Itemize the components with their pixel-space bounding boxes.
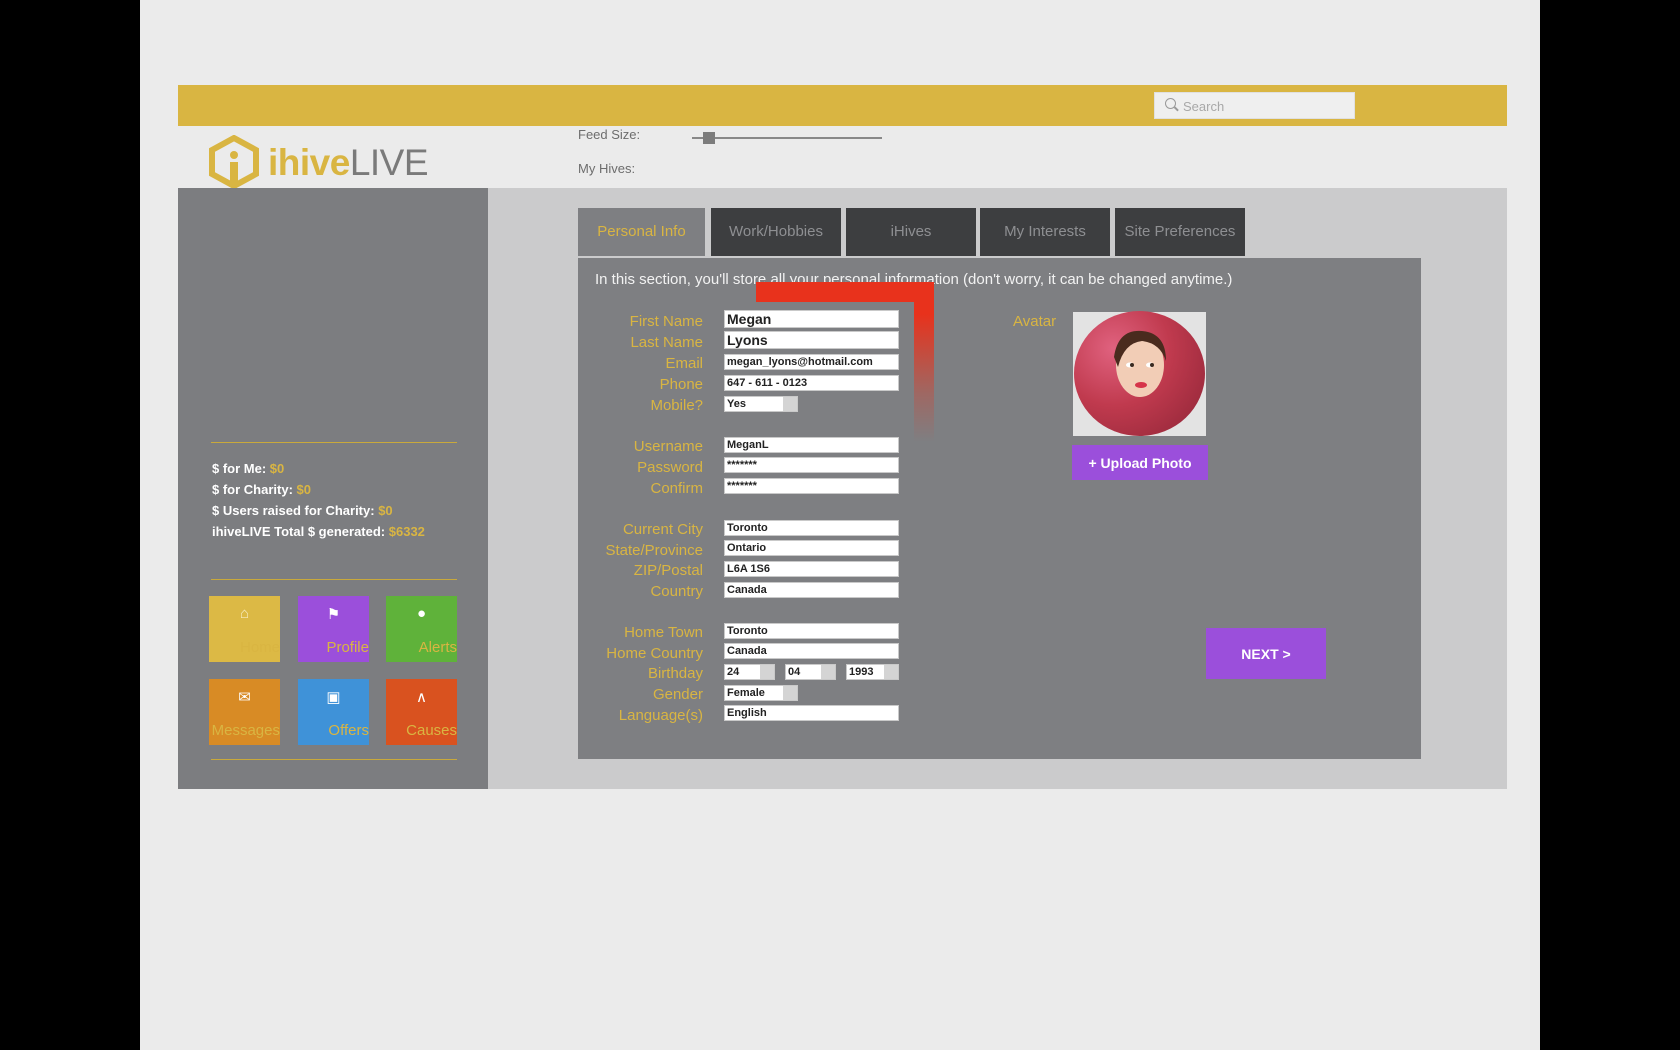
red-annotation-mark — [914, 282, 934, 442]
zip-postal-label: ZIP/Postal — [633, 562, 703, 579]
home-country-field[interactable]: Canada — [724, 643, 899, 659]
confirm-password-field[interactable]: ******* — [724, 478, 899, 494]
avatar-frame — [1073, 311, 1206, 436]
chevron-down-icon — [821, 665, 835, 679]
tile-profile[interactable]: ⚑ Profile — [298, 596, 369, 662]
mobile-select[interactable]: Yes — [724, 396, 798, 412]
earnings-stats: $ for Me: $0 $ for Charity: $0 $ Users r… — [212, 458, 425, 542]
username-label: Username — [633, 438, 703, 455]
tile-home[interactable]: ⌂ Home — [209, 596, 280, 662]
email-label: Email — [665, 355, 703, 372]
country-field[interactable]: Canada — [724, 582, 899, 598]
password-label: Password — [637, 459, 703, 476]
sidebar: $ for Me: $0 $ for Charity: $0 $ Users r… — [178, 188, 488, 789]
home-icon: ⌂ — [239, 605, 250, 622]
current-city-label: Current City — [622, 521, 703, 538]
phone-field[interactable]: 647 - 611 - 0123 — [724, 375, 899, 391]
presentation-sheet: ihiveLIVE Feed Size: My Hives: $ for Me:… — [140, 0, 1540, 1050]
home-town-label: Home Town — [624, 624, 703, 641]
birthday-day-select[interactable]: 24 — [724, 664, 775, 680]
logo-wordmark: ihiveLIVE — [268, 142, 429, 183]
state-province-field[interactable]: Ontario — [724, 540, 899, 556]
ribbon-icon: ∧ — [416, 689, 427, 706]
divider — [211, 579, 457, 580]
search-icon — [1165, 98, 1176, 109]
confirm-label: Confirm — [650, 480, 703, 497]
first-name-label: First Name — [629, 313, 703, 330]
chevron-down-icon — [884, 665, 898, 679]
header: ihiveLIVE Feed Size: My Hives: — [178, 126, 1507, 190]
avatar-label: Avatar — [1013, 313, 1057, 330]
personal-info-panel: In this section, you'll store all your p… — [578, 258, 1421, 759]
slider-thumb[interactable] — [703, 132, 715, 144]
stat-users-raised: $ Users raised for Charity: $0 — [212, 503, 393, 518]
email-field[interactable]: megan_lyons@hotmail.com — [724, 354, 899, 370]
tile-messages[interactable]: ✉ Messages — [209, 679, 280, 745]
last-name-label: Last Name — [630, 334, 703, 351]
home-town-field[interactable]: Toronto — [724, 623, 899, 639]
phone-label: Phone — [659, 376, 703, 393]
gender-select[interactable]: Female — [724, 685, 798, 701]
stat-total-generated: ihiveLIVE Total $ generated: $6332 — [212, 524, 425, 539]
top-bar — [178, 85, 1507, 126]
birthday-label: Birthday — [647, 665, 703, 682]
logo-hive-icon — [209, 135, 259, 189]
avatar-face-image — [1114, 330, 1166, 397]
next-button[interactable]: NEXT > — [1206, 628, 1326, 679]
last-name-field[interactable]: Lyons — [724, 331, 899, 349]
username-field[interactable]: MeganL — [724, 437, 899, 453]
tile-causes[interactable]: ∧ Causes — [386, 679, 457, 745]
birthday-year-select[interactable]: 1993 — [846, 664, 899, 680]
stat-for-charity: $ for Charity: $0 — [212, 482, 311, 497]
feed-size-slider[interactable] — [692, 132, 882, 144]
tab-site-preferences[interactable]: Site Preferences — [1115, 208, 1245, 256]
slider-track — [692, 137, 882, 139]
mobile-label: Mobile? — [650, 397, 703, 414]
ihivelive-logo[interactable]: ihiveLIVE — [208, 130, 478, 189]
divider — [211, 759, 457, 760]
tab-work-hobbies[interactable]: Work/Hobbies — [711, 208, 841, 256]
bell-icon: ● — [416, 605, 427, 622]
envelope-icon: ✉ — [238, 689, 251, 706]
password-field[interactable]: ******* — [724, 457, 899, 473]
home-country-label: Home Country — [606, 645, 703, 662]
wrench-icon: ⚑ — [326, 606, 341, 623]
upload-photo-button[interactable]: + Upload Photo — [1072, 445, 1208, 480]
divider — [211, 442, 457, 443]
chevron-down-icon — [760, 665, 774, 679]
red-annotation-mark — [756, 282, 934, 302]
stat-for-me: $ for Me: $0 — [212, 461, 285, 476]
tile-offers[interactable]: ▣ Offers — [298, 679, 369, 745]
search-box[interactable] — [1154, 92, 1355, 119]
tab-ihives[interactable]: iHives — [846, 208, 976, 256]
tab-personal-info[interactable]: Personal Info — [578, 208, 705, 256]
state-province-label: State/Province — [605, 542, 703, 559]
gender-label: Gender — [652, 686, 703, 703]
my-hives-label: My Hives: — [578, 161, 636, 176]
languages-field[interactable]: English — [724, 705, 899, 721]
chevron-down-icon — [783, 397, 797, 411]
languages-label: Language(s) — [618, 707, 703, 724]
gift-icon: ▣ — [326, 689, 341, 706]
tab-my-interests[interactable]: My Interests — [980, 208, 1110, 256]
main-content: Personal Info Work/Hobbies iHives My Int… — [488, 188, 1507, 789]
current-city-field[interactable]: Toronto — [724, 520, 899, 536]
zip-postal-field[interactable]: L6A 1S6 — [724, 561, 899, 577]
first-name-field[interactable]: Megan — [724, 310, 899, 328]
avatar-photo — [1074, 311, 1205, 436]
search-input[interactable] — [1183, 97, 1343, 115]
tile-alerts[interactable]: ● Alerts — [386, 596, 457, 662]
chevron-down-icon — [783, 686, 797, 700]
birthday-month-select[interactable]: 04 — [785, 664, 836, 680]
feed-size-label: Feed Size: — [578, 127, 641, 142]
country-label: Country — [650, 583, 703, 600]
